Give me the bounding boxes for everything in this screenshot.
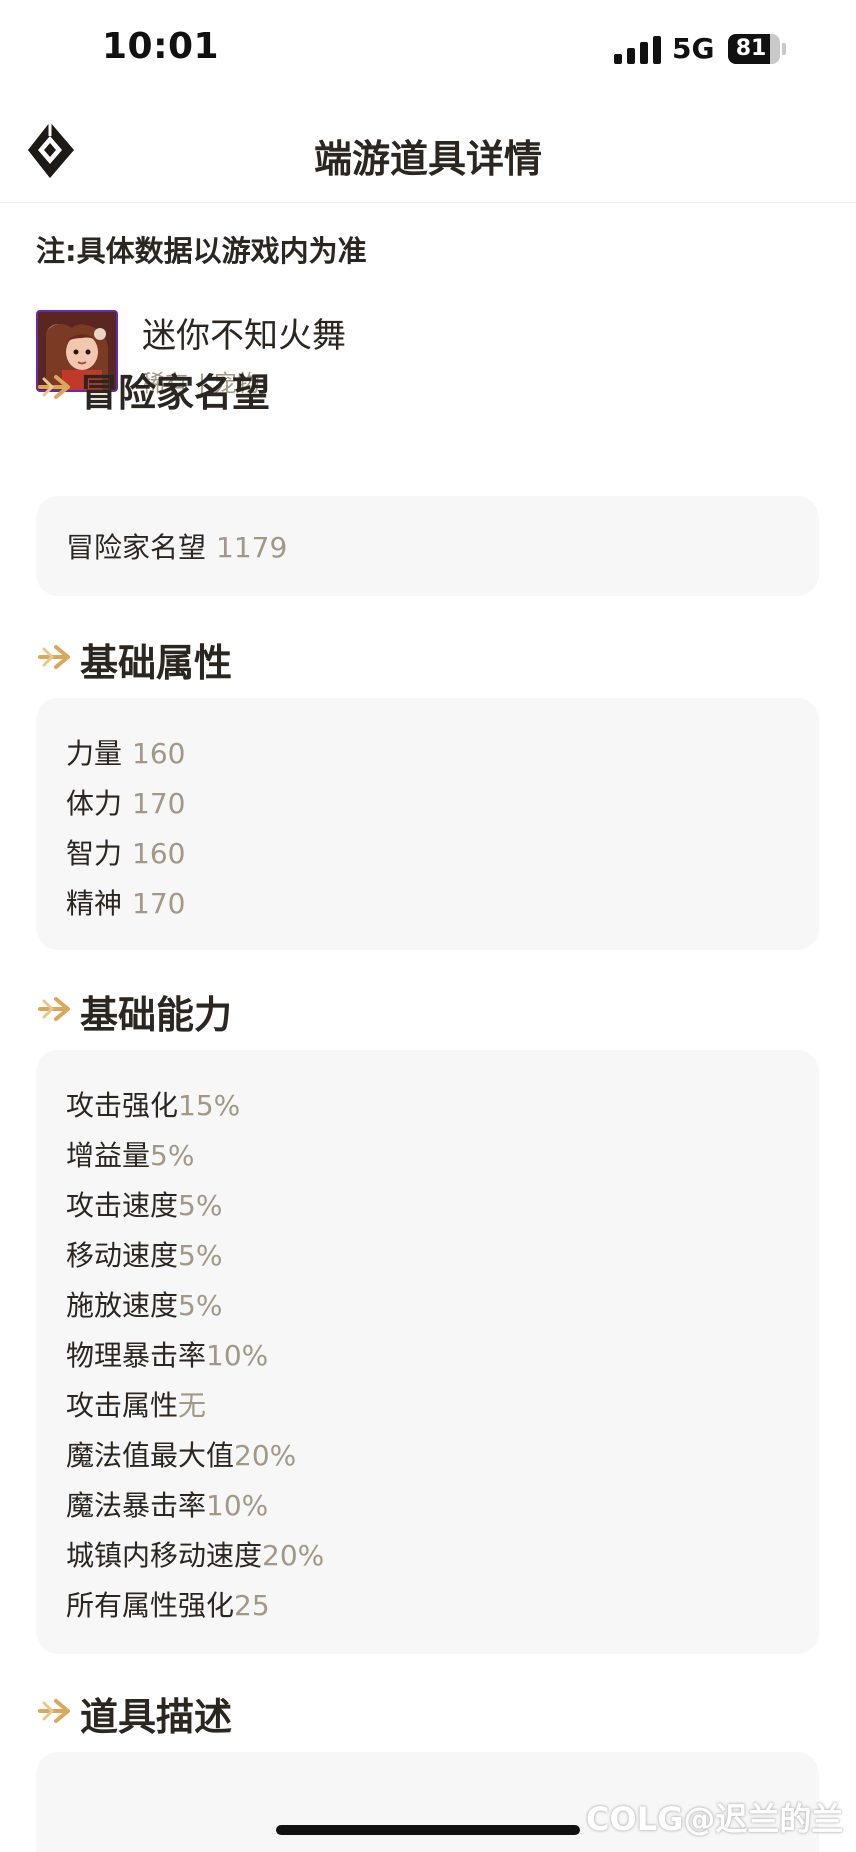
arrow-right-icon (38, 1699, 70, 1723)
status-bar: 10:01 5G 81 (0, 0, 856, 100)
stat-value: 5% (178, 1189, 223, 1222)
section-label: 道具描述 (80, 1695, 233, 1739)
stat-value: 10% (206, 1489, 269, 1522)
stat-label: 城镇内移动速度 (66, 1539, 263, 1572)
stat-row: 精神 170 (66, 882, 185, 922)
stat-value: 20% (262, 1539, 325, 1572)
battery-icon: 81 (728, 34, 786, 64)
item-name: 迷你不知火舞 (142, 316, 346, 356)
stat-row: 冒险家名望 1179 (66, 526, 287, 566)
stat-label: 攻击速度 (66, 1189, 179, 1222)
stat-label: 体力 (66, 787, 123, 820)
stat-row: 施放速度5% (66, 1284, 222, 1324)
base-attributes-card: 力量 160 体力 170 智力 160 精神 170 (36, 698, 819, 950)
stat-value: 170 (132, 887, 186, 920)
status-time: 10:01 (102, 26, 220, 67)
stat-row: 增益量5% (66, 1134, 194, 1174)
stat-row: 智力 160 (66, 832, 185, 872)
stat-label: 精神 (66, 887, 123, 920)
home-indicator[interactable] (276, 1825, 580, 1835)
stat-row: 攻击属性无 (66, 1384, 206, 1424)
stat-row: 攻击速度5% (66, 1184, 222, 1224)
section-label: 基础属性 (80, 641, 233, 685)
stat-label: 魔法值最大值 (66, 1439, 235, 1472)
stat-value: 5% (178, 1239, 223, 1272)
network-type: 5G (672, 32, 715, 65)
stat-label: 魔法暴击率 (66, 1489, 207, 1522)
stat-value: 170 (132, 787, 186, 820)
base-abilities-card: 攻击强化15% 增益量5% 攻击速度5% 移动速度5% 施放速度5% 物理暴击率… (36, 1050, 819, 1654)
page-header: 端游道具详情 (0, 100, 856, 203)
stat-label: 所有属性强化 (66, 1589, 235, 1622)
page-title: 端游道具详情 (313, 137, 542, 181)
stat-value: 5% (178, 1289, 223, 1322)
battery-level: 81 (735, 36, 767, 61)
stat-label: 智力 (66, 837, 123, 870)
stat-row: 移动速度5% (66, 1234, 222, 1274)
section-label: 冒险家名望 (80, 371, 271, 415)
stat-row: 所有属性强化25 (66, 1584, 270, 1624)
arrow-right-icon (38, 375, 70, 399)
watermark: COLG@迟兰的兰 (586, 1800, 844, 1838)
stat-value: 25 (234, 1589, 270, 1622)
arrow-right-icon (38, 997, 70, 1021)
stat-row: 魔法值最大值20% (66, 1434, 296, 1474)
stat-label: 攻击属性 (66, 1389, 179, 1422)
stat-row: 攻击强化15% (66, 1084, 240, 1124)
stat-label: 移动速度 (66, 1239, 179, 1272)
stat-label: 物理暴击率 (66, 1339, 207, 1372)
stat-value: 160 (132, 837, 186, 870)
stat-value: 20% (234, 1439, 297, 1472)
stat-row: 体力 170 (66, 782, 185, 822)
stat-row: 物理暴击率10% (66, 1334, 268, 1374)
stat-row: 力量 160 (66, 732, 185, 772)
section-label: 基础能力 (80, 993, 233, 1037)
reputation-card: 冒险家名望 1179 (36, 496, 819, 596)
stat-value: 1179 (216, 531, 288, 564)
stat-value: 15% (178, 1089, 241, 1122)
stat-value: 无 (178, 1389, 207, 1422)
stat-value: 10% (206, 1339, 269, 1372)
data-note: 注:具体数据以游戏内为准 (36, 234, 367, 268)
arrow-right-icon (38, 645, 70, 669)
stat-label: 攻击强化 (66, 1089, 179, 1122)
stat-value: 160 (132, 737, 186, 770)
signal-icon (614, 36, 662, 64)
stat-value: 5% (150, 1139, 195, 1172)
stat-label: 力量 (66, 737, 123, 770)
stat-label: 施放速度 (66, 1289, 179, 1322)
stat-label: 冒险家名望 (66, 531, 207, 564)
stat-row: 魔法暴击率10% (66, 1484, 268, 1524)
stat-label: 增益量 (66, 1139, 151, 1172)
stat-row: 城镇内移动速度20% (66, 1534, 324, 1574)
